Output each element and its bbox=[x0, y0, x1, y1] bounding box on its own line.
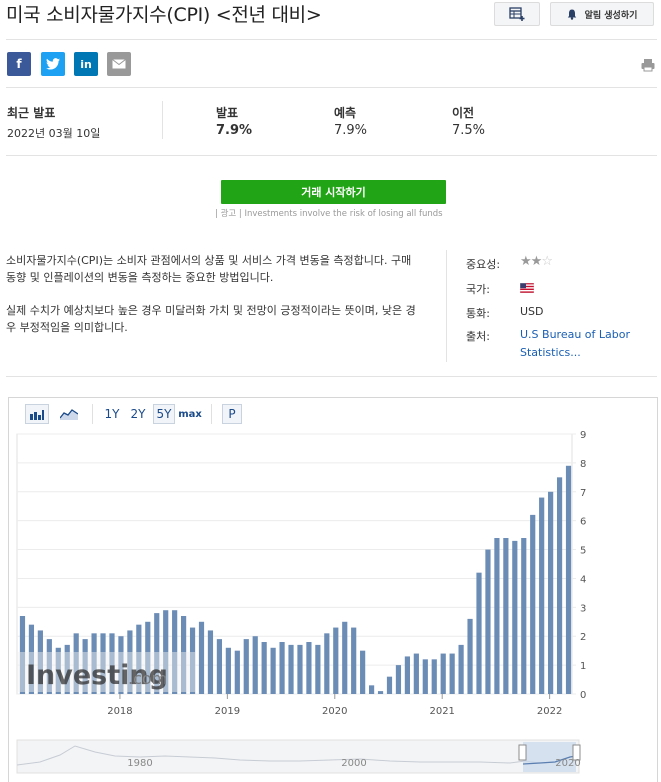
linkedin-share-button[interactable]: in bbox=[74, 52, 98, 76]
source-link[interactable]: U.S Bureau of Labor Statistics... bbox=[520, 326, 650, 362]
start-trading-button[interactable]: 거래 시작하기 bbox=[221, 180, 446, 204]
country-flag bbox=[519, 282, 535, 296]
source-label: 출처: bbox=[466, 330, 490, 343]
ad-disclaimer: | 광고 | Investments involve the risk of l… bbox=[215, 209, 443, 219]
divider bbox=[446, 250, 447, 362]
previous-value: 7.5% bbox=[452, 123, 486, 138]
forecast-label: 예측 bbox=[334, 106, 357, 120]
range-max-button[interactable]: max bbox=[178, 404, 202, 424]
envelope-icon bbox=[112, 59, 126, 69]
previous-label: 이전 bbox=[452, 106, 475, 120]
twitter-bird-icon bbox=[46, 58, 60, 70]
description-paragraph: 소비자물가지수(CPI)는 소비자 관점에서의 상품 및 서비스 가격 변동을 … bbox=[6, 254, 412, 284]
description-paragraph: 실제 수치가 예상치보다 높은 경우 미달러화 가치 및 전망이 긍정적이라는 … bbox=[6, 304, 416, 334]
forecast-value: 7.9% bbox=[334, 123, 368, 138]
add-to-portfolio-button[interactable] bbox=[494, 2, 540, 26]
range-2y-button[interactable]: 2Y bbox=[127, 404, 149, 424]
importance-stars: ★★☆ bbox=[520, 254, 553, 269]
actual-label: 발표 bbox=[216, 106, 239, 120]
twitter-share-button[interactable] bbox=[41, 52, 65, 76]
divider bbox=[6, 39, 657, 40]
page-title: 미국 소비자물가지수(CPI) <전년 대비> bbox=[6, 4, 322, 26]
importance-label: 중요성: bbox=[466, 258, 501, 271]
area-chart-icon bbox=[60, 409, 78, 420]
line-chart-toggle[interactable] bbox=[57, 404, 81, 424]
create-alert-button[interactable]: 알림 생성하기 bbox=[550, 2, 654, 26]
range-1y-button[interactable]: 1Y bbox=[101, 404, 123, 424]
divider bbox=[6, 376, 657, 377]
bar-chart-icon bbox=[30, 409, 44, 420]
toolbar-separator bbox=[92, 404, 93, 424]
bar-chart-toggle[interactable] bbox=[25, 404, 49, 424]
range-5y-button[interactable]: 5Y bbox=[153, 404, 175, 424]
chart-container: 1Y 2Y 5Y max P bbox=[8, 397, 658, 782]
create-alert-label: 알림 생성하기 bbox=[584, 10, 638, 21]
currency-value: USD bbox=[520, 305, 544, 318]
facebook-icon: f bbox=[16, 57, 22, 71]
p-toggle-button[interactable]: P bbox=[222, 404, 242, 424]
table-plus-icon bbox=[509, 7, 525, 21]
facebook-share-button[interactable]: f bbox=[7, 52, 31, 76]
star-rating-icon: ★★☆ bbox=[520, 254, 553, 269]
star-empty-icon: ☆ bbox=[541, 254, 553, 269]
latest-release-label: 최근 발표 bbox=[7, 106, 56, 120]
star-filled-icon: ★ bbox=[520, 254, 532, 269]
email-share-button[interactable] bbox=[107, 52, 131, 76]
star-filled-icon: ★ bbox=[530, 254, 543, 269]
actual-value: 7.9% bbox=[216, 123, 253, 138]
currency-label: 통화: bbox=[466, 307, 490, 320]
toolbar-separator bbox=[211, 404, 212, 424]
linkedin-icon: in bbox=[80, 57, 92, 71]
divider bbox=[6, 155, 657, 156]
us-flag-icon bbox=[519, 282, 535, 294]
divider bbox=[6, 87, 657, 88]
country-label: 국가: bbox=[466, 283, 490, 296]
divider bbox=[162, 101, 163, 139]
print-icon[interactable] bbox=[641, 58, 655, 72]
bell-icon bbox=[567, 9, 576, 20]
latest-release-date: 2022년 03월 10일 bbox=[7, 127, 101, 140]
